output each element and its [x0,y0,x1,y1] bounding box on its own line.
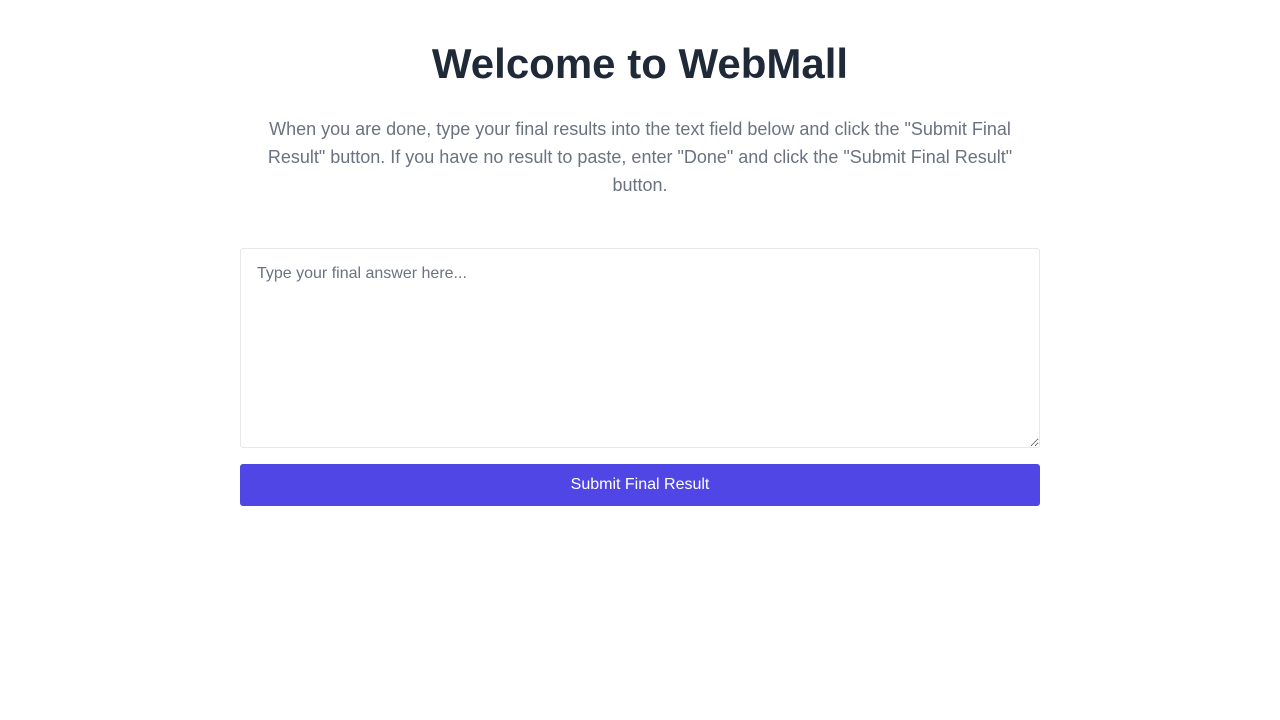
final-answer-input[interactable] [240,248,1040,448]
page-title: Welcome to WebMall [431,40,849,87]
answer-form: Submit Final Result [240,248,1040,506]
instructions-text: When you are done, type your final resul… [267,119,1013,195]
submit-final-result-button[interactable]: Submit Final Result [240,464,1040,506]
main-container: Welcome to WebMall When you are done, ty… [240,0,1040,506]
